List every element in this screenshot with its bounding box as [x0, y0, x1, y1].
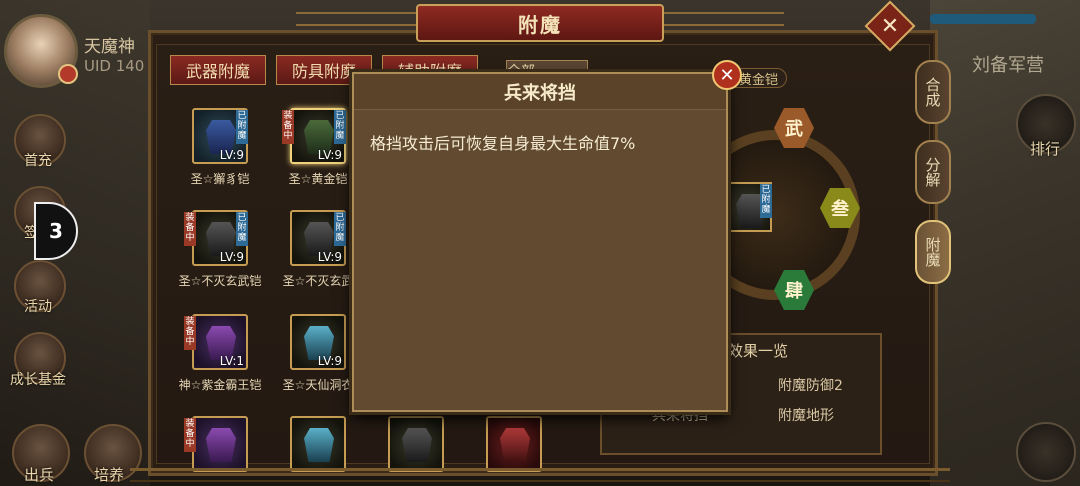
top-progress-bar	[930, 14, 1036, 24]
activity-label: 活动	[24, 299, 52, 315]
tab-enchant[interactable]: 附魔	[915, 220, 951, 284]
item-slot[interactable]	[486, 416, 542, 472]
enchanted-tag: 已附魔	[334, 110, 346, 144]
item-level: LV:9	[219, 250, 244, 264]
item-slot[interactable]: 已附魔 LV:9	[192, 108, 248, 164]
item-card[interactable]: LV:1 装备中神☆紫金霸王铠	[170, 314, 270, 404]
item-slot[interactable]: 已附魔 LV:9	[192, 210, 248, 266]
modal-description: 格挡攻击后可恢复自身最大生命值7%	[370, 134, 636, 153]
enchanted-tag: 已附魔	[334, 212, 346, 246]
panel-title: 附魔	[416, 4, 664, 42]
close-icon: ✕	[719, 64, 735, 86]
tab-synthesize[interactable]: 合成	[915, 60, 951, 124]
item-slot[interactable]	[388, 416, 444, 472]
close-icon: ✕	[880, 13, 900, 39]
player-uid: UID 140	[84, 57, 145, 75]
enchanted-tag: 已附魔	[760, 184, 772, 218]
player-name: 天魔神	[84, 37, 135, 57]
camp-name: 刘备军营	[972, 55, 1044, 76]
equipped-tag: 装备中	[184, 418, 196, 452]
effect-item: 附魔地形	[778, 408, 834, 424]
item-level: LV:9	[317, 250, 342, 264]
armor-icon	[206, 428, 236, 462]
item-name: 神☆紫金霸王铠	[178, 378, 262, 392]
armor-icon	[500, 428, 530, 462]
armor-icon	[402, 428, 432, 462]
equipped-tag: 装备中	[184, 212, 196, 246]
title-ornament-left	[296, 12, 416, 26]
modal-title: 兵来将挡	[354, 74, 726, 110]
panel-bottom-border	[130, 468, 950, 482]
equipped-tag: 装备中	[282, 110, 294, 144]
modal-close-button[interactable]: ✕	[712, 60, 742, 90]
item-slot[interactable]: LV:1	[192, 314, 248, 370]
effect-item: 附魔防御2	[778, 378, 843, 394]
armor-icon	[304, 428, 334, 462]
item-name: 圣☆獬豸铠	[190, 172, 250, 186]
item-level: LV:9	[317, 148, 342, 162]
menu-button[interactable]	[1016, 422, 1076, 482]
growth-fund-label: 成长基金	[10, 372, 66, 388]
selected-armor-slot[interactable]: 已附魔	[722, 182, 772, 232]
tab-weapon-enchant[interactable]: 武器附魔	[170, 55, 266, 85]
item-level: LV:9	[219, 148, 244, 162]
first-recharge-label: 首充	[24, 153, 52, 169]
item-level: LV:9	[317, 354, 342, 368]
title-ornament-right	[664, 12, 784, 26]
item-level: LV:1	[219, 354, 244, 368]
item-slot[interactable]: 已附魔 LV:9	[290, 108, 346, 164]
item-slot[interactable]: LV:9	[290, 314, 346, 370]
deploy-label: 出兵	[24, 466, 55, 484]
item-slot[interactable]: 已附魔 LV:9	[290, 210, 346, 266]
item-card[interactable]: 已附魔 LV:9 圣☆獬豸铠	[170, 108, 270, 198]
effects-title: 效果一览	[728, 342, 789, 360]
tab-decompose[interactable]: 分解	[915, 140, 951, 204]
item-slot[interactable]	[290, 416, 346, 472]
rank-label: 排行	[1030, 140, 1061, 158]
skill-tooltip-modal: 兵来将挡 格挡攻击后可恢复自身最大生命值7%	[352, 72, 728, 412]
item-name: 圣☆不灭玄武铠	[178, 274, 262, 288]
item-slot[interactable]	[192, 416, 248, 472]
vip-badge-icon	[58, 64, 78, 84]
enchanted-tag: 已附魔	[236, 212, 248, 246]
equipped-tag: 装备中	[184, 316, 196, 350]
item-card[interactable]: 已附魔 LV:9 装备中圣☆不灭玄武铠	[170, 210, 270, 300]
train-label: 培养	[94, 466, 125, 484]
enchanted-tag: 已附魔	[236, 110, 248, 144]
